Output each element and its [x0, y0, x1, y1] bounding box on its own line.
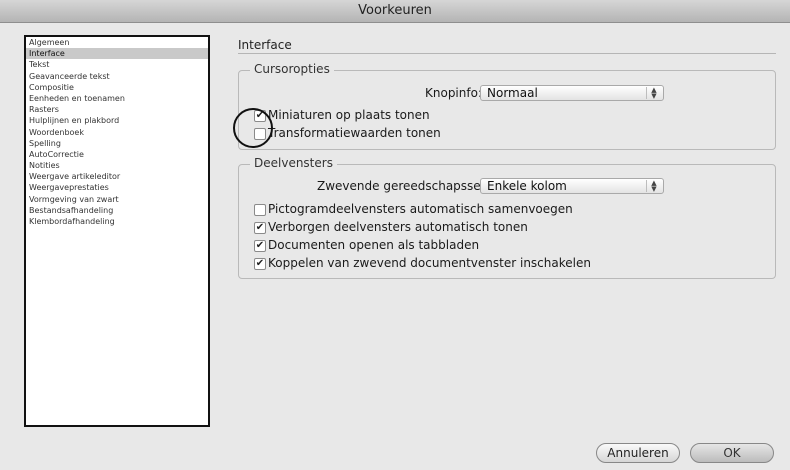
sidebar-item[interactable]: Woordenboek	[26, 127, 208, 138]
sidebar-item[interactable]: Rasters	[26, 104, 208, 115]
sidebar-item[interactable]: Spelling	[26, 138, 208, 149]
sidebar-item[interactable]: Compositie	[26, 82, 208, 93]
sidebar-item[interactable]: Weergaveprestaties	[26, 182, 208, 193]
toolset-select[interactable]: Enkele kolom ▲ ▼	[480, 178, 664, 194]
checkbox-miniaturen[interactable]: ✔	[254, 110, 266, 122]
sidebar-item[interactable]: Geavanceerde tekst	[26, 71, 208, 82]
panels-group-title: Deelvensters	[250, 156, 337, 170]
panel-title-divider	[238, 53, 776, 54]
sidebar-item[interactable]: Bestandsafhandeling	[26, 205, 208, 216]
panel-title: Interface	[238, 38, 292, 52]
checkbox-verborgen-deelvensters[interactable]: ✔	[254, 222, 266, 234]
preferences-category-list[interactable]: Algemeen Interface Tekst Geavanceerde tekst…	[24, 35, 210, 427]
sidebar-item[interactable]: Vormgeving van zwart	[26, 194, 208, 205]
sidebar-item[interactable]: Notities	[26, 160, 208, 171]
toolset-label: Zwevende gereedschapsset:	[317, 179, 490, 193]
sidebar-item[interactable]: Algemeen	[26, 37, 208, 48]
window-titlebar: Voorkeuren	[0, 0, 790, 23]
sidebar-item[interactable]: Klembordafhandeling	[26, 216, 208, 227]
cursor-options-title: Cursoropties	[250, 62, 334, 76]
sidebar-item[interactable]: Weergave artikeleditor	[26, 171, 208, 182]
sidebar-item[interactable]: Eenheden en toenamen	[26, 93, 208, 104]
knopinfo-value: Normaal	[487, 86, 538, 100]
cancel-button[interactable]: Annuleren	[596, 443, 680, 463]
select-arrows-icon: ▲ ▼	[646, 180, 661, 193]
knopinfo-select[interactable]: Normaal ▲ ▼	[480, 85, 664, 101]
sidebar-item[interactable]: Interface	[26, 48, 208, 60]
sidebar-item[interactable]: AutoCorrectie	[26, 149, 208, 160]
checkbox-koppelen-documentvenster[interactable]: ✔	[254, 258, 266, 270]
knopinfo-label: Knopinfo:	[425, 86, 482, 100]
check-koppelen-documentvenster-label: Koppelen van zwevend documentvenster ins…	[268, 256, 591, 270]
select-arrows-icon: ▲ ▼	[646, 87, 661, 100]
check-pictogramdeelvensters-label: Pictogramdeelvensters automatisch samenv…	[268, 202, 573, 216]
checkbox-transformatiewaarden[interactable]	[254, 128, 266, 140]
sidebar-item[interactable]: Hulplijnen en plakbord	[26, 115, 208, 126]
checkbox-pictogramdeelvensters[interactable]	[254, 204, 266, 216]
window-title: Voorkeuren	[358, 3, 432, 18]
check-verborgen-deelvensters-label: Verborgen deelvensters automatisch tonen	[268, 220, 528, 234]
check-miniaturen-label: Miniaturen op plaats tonen	[268, 108, 430, 122]
check-transformatiewaarden-label: Transformatiewaarden tonen	[268, 126, 441, 140]
check-documenten-tabbladen-label: Documenten openen als tabbladen	[268, 238, 480, 252]
sidebar-item[interactable]: Tekst	[26, 59, 208, 70]
toolset-value: Enkele kolom	[487, 179, 567, 193]
category-items: Algemeen Interface Tekst Geavanceerde tekst…	[26, 37, 208, 227]
ok-button[interactable]: OK	[690, 443, 774, 463]
checkbox-documenten-tabbladen[interactable]: ✔	[254, 240, 266, 252]
